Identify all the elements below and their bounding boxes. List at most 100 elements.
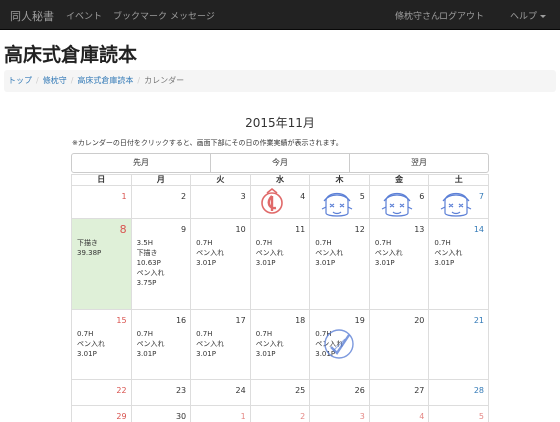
work-record-line: ペン入れ <box>255 340 284 348</box>
day-number: 8 <box>119 223 127 236</box>
day-number: 7 <box>478 192 484 201</box>
calendar-day-cell[interactable]: 14 0.7H ペン入れ 3.01P <box>428 218 489 310</box>
work-record-line: 下描き <box>77 239 98 247</box>
day-number: 27 <box>414 386 425 395</box>
work-record-line: ペン入れ <box>196 249 225 257</box>
nav-event-link[interactable]: イベント <box>66 9 102 22</box>
prev-month-button[interactable]: 先月 <box>71 153 211 173</box>
day-number: 29 <box>116 412 127 421</box>
calendar-day-cell[interactable]: 4 <box>249 185 311 219</box>
calendar-day-cell[interactable]: 18 0.7H ペン入れ 3.01P <box>249 309 311 380</box>
calendar-day-cell[interactable]: 30 <box>130 405 192 422</box>
nav-help-label: ヘルプ <box>509 12 537 22</box>
brand-link[interactable]: 同人秘書 <box>10 8 54 24</box>
nav-user-link[interactable]: 條枕守さん <box>395 9 440 22</box>
nav-help-dropdown[interactable]: ヘルプ <box>510 9 546 22</box>
calendar-week-row: 1 2 3 4 5 6 7 <box>71 185 489 221</box>
calendar-day-cell[interactable]: 1 <box>190 405 251 422</box>
calendar-day-cell[interactable]: 19 0.7H ペン入れ 3.01P <box>309 309 370 380</box>
work-record: 0.7H ペン入れ 3.01P <box>196 238 224 268</box>
day-number: 25 <box>295 386 306 395</box>
calendar-day-cell[interactable]: 12 0.7H ペン入れ 3.01P <box>309 218 370 310</box>
day-number: 13 <box>414 225 425 234</box>
work-record: 0.7H ペン入れ 3.01P <box>315 238 343 268</box>
caret-down-icon <box>540 15 546 18</box>
work-record-line: 3.01P <box>434 259 455 267</box>
breadcrumb-separator: / <box>36 76 39 85</box>
weekday-sat: 土 <box>428 174 489 186</box>
work-record: 0.7H ペン入れ 3.01P <box>434 238 462 268</box>
day-number: 21 <box>473 316 484 325</box>
day-number: 5 <box>478 412 484 421</box>
work-record-line: ペン入れ <box>315 249 344 257</box>
day-number: 4 <box>300 192 306 201</box>
calendar-day-cell[interactable]: 5 <box>428 405 489 422</box>
calendar-day-cell[interactable]: 5 <box>309 185 370 221</box>
weekday-header-row: 日 月 火 水 木 金 土 <box>71 174 489 186</box>
work-record: 0.7H ペン入れ 3.01P <box>77 329 105 359</box>
breadcrumb-user-link[interactable]: 條枕守 <box>43 76 67 85</box>
day-number: 12 <box>354 225 365 234</box>
calendar-day-cell[interactable]: 3 <box>309 405 370 422</box>
calendar-note: ※カレンダーの日付をクリックすると、画面下部にその日の作業実績が表示されます。 <box>72 139 343 147</box>
calendar-day-cell[interactable]: 24 <box>190 379 251 406</box>
work-record-line: 3.01P <box>196 259 216 267</box>
month-nav-group: 先月 今月 翌月 <box>71 153 489 173</box>
breadcrumb-current: カレンダー <box>144 76 185 85</box>
calendar-day-cell[interactable]: 1 <box>71 185 132 219</box>
day-number: 23 <box>175 386 187 395</box>
day-number: 10 <box>235 225 246 234</box>
calendar-day-cell[interactable]: 22 <box>71 379 132 406</box>
calendar-day-cell[interactable]: 23 <box>130 379 192 406</box>
calendar-day-cell[interactable]: 4 <box>368 405 430 422</box>
current-month-button[interactable]: 今月 <box>210 153 350 173</box>
next-month-button[interactable]: 翌月 <box>349 153 489 173</box>
work-record: 下描き 39.38P <box>77 238 101 258</box>
weekday-wed: 水 <box>249 174 311 186</box>
calendar-day-cell[interactable]: 25 <box>249 379 311 406</box>
work-record-line: 3.75P <box>136 279 157 287</box>
calendar-day-cell[interactable]: 20 <box>368 309 430 380</box>
day-number: 30 <box>175 412 187 421</box>
calendar-day-cell[interactable]: 2 <box>249 405 311 422</box>
calendar-day-cell[interactable]: 10 0.7H ペン入れ 3.01P <box>190 218 251 310</box>
calendar-day-cell[interactable]: 11 0.7H ペン入れ 3.01P <box>249 218 311 310</box>
work-record-line: 下描き <box>136 249 158 257</box>
calendar-day-cell[interactable]: 13 0.7H ペン入れ 3.01P <box>368 218 430 310</box>
calendar-week-row: 22 23 24 25 26 27 28 <box>71 379 489 406</box>
work-record-line: 0.7H <box>434 239 451 247</box>
calendar-day-cell[interactable]: 27 <box>368 379 430 406</box>
work-record-line: ペン入れ <box>136 269 165 277</box>
day-number: 6 <box>419 192 425 201</box>
calendar-day-cell[interactable]: 7 <box>428 185 489 219</box>
breadcrumb-top-link[interactable]: トップ <box>8 76 32 85</box>
work-record: 3.5H 下描き 10.63P ペン入れ 3.75P <box>137 238 165 288</box>
work-record-line: ペン入れ <box>255 249 284 257</box>
calendar-day-cell[interactable]: 9 3.5H 下描き 10.63P ペン入れ 3.75P <box>130 218 192 310</box>
calendar-day-cell[interactable]: 15 0.7H ペン入れ 3.01P <box>71 309 132 380</box>
day-number: 28 <box>473 386 484 395</box>
calendar-day-cell[interactable]: 29 <box>71 405 132 422</box>
work-record-line: 10.63P <box>136 259 161 267</box>
calendar-day-cell[interactable]: 17 0.7H ペン入れ 3.01P <box>190 309 251 380</box>
calendar-day-cell[interactable]: 3 <box>190 185 251 219</box>
calendar-day-cell[interactable]: 2 <box>130 185 192 219</box>
page-title: 高床式倉庫読本 <box>4 44 138 66</box>
calendar-day-cell[interactable]: 26 <box>309 379 370 406</box>
blue-face-stamp-icon <box>320 187 354 221</box>
nav-bookmark-link[interactable]: ブックマーク <box>113 9 167 22</box>
day-number: 20 <box>414 316 425 325</box>
weekday-thu: 木 <box>309 174 370 186</box>
calendar-day-cell[interactable]: 16 0.7H ペン入れ 3.01P <box>130 309 192 380</box>
day-number: 3 <box>240 192 246 201</box>
calendar-day-cell[interactable]: 21 <box>428 309 489 380</box>
work-record-line: 3.01P <box>315 259 336 267</box>
calendar-day-cell[interactable]: 28 <box>428 379 489 406</box>
nav-logout-link[interactable]: ログアウト <box>439 9 484 22</box>
calendar-day-cell[interactable]: 6 <box>368 185 430 219</box>
day-number: 1 <box>121 192 127 201</box>
day-number: 2 <box>300 412 306 421</box>
calendar-day-cell[interactable]: 8 下描き 39.38P <box>71 218 132 310</box>
nav-message-link[interactable]: メッセージ <box>170 9 215 22</box>
breadcrumb-work-link[interactable]: 高床式倉庫読本 <box>77 76 133 85</box>
